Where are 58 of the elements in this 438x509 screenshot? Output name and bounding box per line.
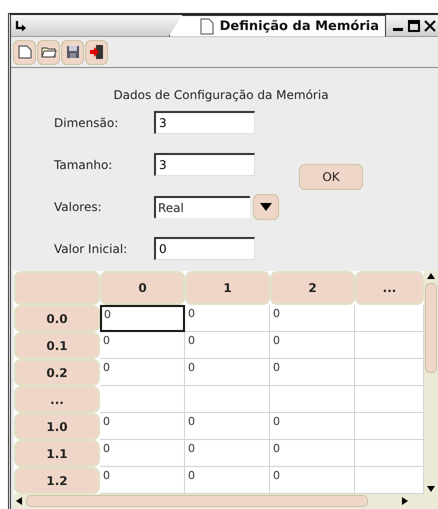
row-header[interactable]: 0.0 [14, 305, 100, 332]
vertical-scrollbar[interactable] [424, 271, 438, 494]
field-label: Valores: [54, 200, 103, 214]
field-label: Tamanho: [54, 158, 114, 172]
table-cell[interactable]: 0 [270, 413, 355, 440]
field-label: Valor Inicial: [54, 242, 128, 256]
table-cell[interactable]: 0 [185, 359, 270, 386]
table-cell[interactable]: 0 [185, 332, 270, 359]
maximize-icon[interactable] [407, 18, 421, 32]
scroll-thumb[interactable] [425, 283, 437, 373]
save-button[interactable] [61, 40, 84, 64]
scroll-up-icon[interactable] [426, 271, 436, 281]
scroll-left-icon[interactable] [14, 496, 24, 506]
column-header[interactable]: 0 [100, 271, 185, 305]
table-cell[interactable]: 0 [270, 332, 355, 359]
horizontal-scrollbar[interactable] [14, 494, 438, 508]
caret-icon [259, 202, 273, 212]
input-field[interactable]: 0 [154, 237, 255, 260]
field-label: Dimensão: [54, 116, 120, 130]
table-cell[interactable]: 0 [185, 467, 270, 494]
table-cell[interactable]: 0 [100, 359, 185, 386]
table-cell[interactable]: 0 [270, 440, 355, 467]
table-cell[interactable]: 0 [100, 305, 185, 332]
dropdown-button[interactable] [253, 194, 279, 220]
row-header[interactable]: 1.0 [14, 413, 100, 440]
exit-button[interactable] [85, 40, 108, 64]
ok-button[interactable]: OK [299, 164, 363, 190]
table-cell[interactable]: 0 [270, 305, 355, 332]
input-field[interactable]: 3 [154, 111, 255, 134]
form-heading: Dados de Configuração da Memória [112, 87, 330, 104]
row-header[interactable]: ... [14, 386, 100, 413]
scroll-right-icon[interactable] [400, 496, 410, 506]
row-header[interactable]: 0.2 [14, 359, 100, 386]
open-folder-button[interactable] [37, 40, 60, 64]
exit-door-icon [88, 44, 104, 60]
table-cell[interactable]: 0 [185, 440, 270, 467]
blank-page-icon [16, 44, 32, 60]
table-cell[interactable]: 0 [100, 440, 185, 467]
table-cell[interactable]: 0 [185, 413, 270, 440]
table-cell[interactable]: 0 [100, 332, 185, 359]
column-header[interactable]: ... [355, 271, 424, 305]
row-header[interactable]: 1.2 [14, 467, 100, 494]
window-title: Definição da Memória [220, 18, 379, 34]
column-header[interactable]: 1 [185, 271, 270, 305]
row-header[interactable]: 1.1 [14, 440, 100, 467]
scroll-thumb[interactable] [26, 495, 368, 507]
new-file-button[interactable] [13, 40, 36, 64]
corner-arrow-icon[interactable] [15, 20, 27, 32]
table-cell[interactable]: 0 [100, 467, 185, 494]
dropdown-field[interactable]: Real [154, 196, 250, 218]
table-cell[interactable]: 0 [100, 413, 185, 440]
table-cell[interactable]: 0 [270, 467, 355, 494]
table-cell[interactable]: 0 [270, 359, 355, 386]
row-header[interactable]: 0.1 [14, 332, 100, 359]
column-header[interactable]: 2 [270, 271, 355, 305]
close-icon[interactable] [423, 18, 437, 32]
table-cell[interactable]: 0 [185, 305, 270, 332]
input-field[interactable]: 3 [154, 153, 255, 176]
